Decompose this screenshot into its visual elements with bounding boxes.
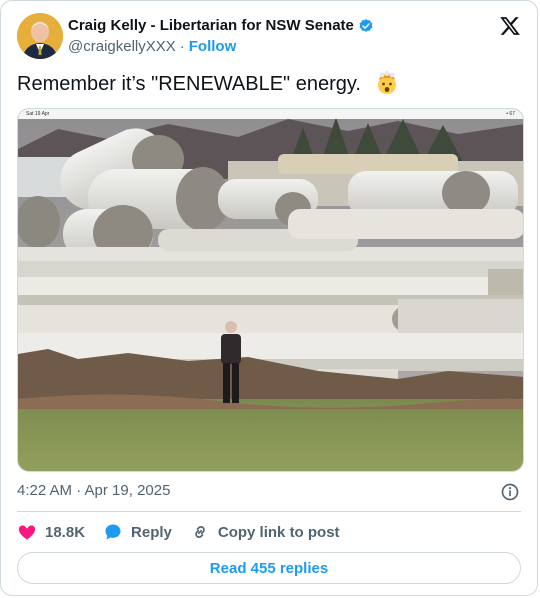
reply-button[interactable]: Reply — [103, 522, 172, 542]
link-icon — [195, 526, 205, 538]
like-button[interactable]: 18.8K — [17, 522, 85, 542]
photo-status-strip: Sat 19 Apr • 67 — [18, 109, 523, 119]
tweet-timestamp[interactable]: 4:22 AM · Apr 19, 2025 — [17, 482, 170, 499]
follow-button[interactable]: Follow — [189, 38, 237, 55]
like-count: 18.8K — [45, 523, 86, 541]
tweet-photo[interactable]: Sat 19 Apr • 67 — [17, 108, 524, 472]
avatar[interactable] — [17, 13, 63, 59]
x-logo-icon[interactable] — [499, 15, 521, 37]
author-name[interactable]: Craig Kelly - Libertarian for NSW Senate — [68, 17, 354, 34]
read-replies-label: Read 455 replies — [209, 559, 329, 577]
photo-status-battery: • 67 — [506, 111, 515, 117]
tweet-body: Remember it’s "RENEWABLE" energy. — [17, 73, 361, 95]
handle-row: @craigkellyXXX · Follow — [68, 38, 374, 55]
wind-turbine-blades-photo — [18, 109, 523, 471]
photo-status-time: Sat 19 Apr — [26, 111, 50, 117]
tweet-card: Craig Kelly - Libertarian for NSW Senate… — [0, 0, 538, 596]
heart-icon — [18, 525, 36, 540]
read-replies-button[interactable]: Read 455 replies — [17, 552, 521, 584]
tweet-header: Craig Kelly - Libertarian for NSW Senate… — [17, 13, 521, 61]
tweet-actions: 18.8K Reply Copy link to post — [17, 521, 358, 543]
divider — [17, 511, 521, 512]
separator-dot: · — [179, 38, 185, 55]
exploding-head-emoji-icon — [375, 71, 399, 95]
tweet-text: Remember it’s "RENEWABLE" energy. — [17, 71, 399, 96]
copy-link-label: Copy link to post — [217, 523, 340, 541]
reply-label: Reply — [131, 523, 172, 541]
name-row: Craig Kelly - Libertarian for NSW Senate — [68, 16, 374, 35]
verified-badge-icon — [358, 18, 374, 34]
identity: Craig Kelly - Libertarian for NSW Senate… — [68, 16, 374, 55]
copy-link-button[interactable]: Copy link to post — [190, 522, 340, 542]
author-handle[interactable]: @craigkellyXXX — [68, 38, 176, 55]
info-icon[interactable] — [500, 482, 520, 502]
reply-bubble-icon — [105, 524, 121, 540]
